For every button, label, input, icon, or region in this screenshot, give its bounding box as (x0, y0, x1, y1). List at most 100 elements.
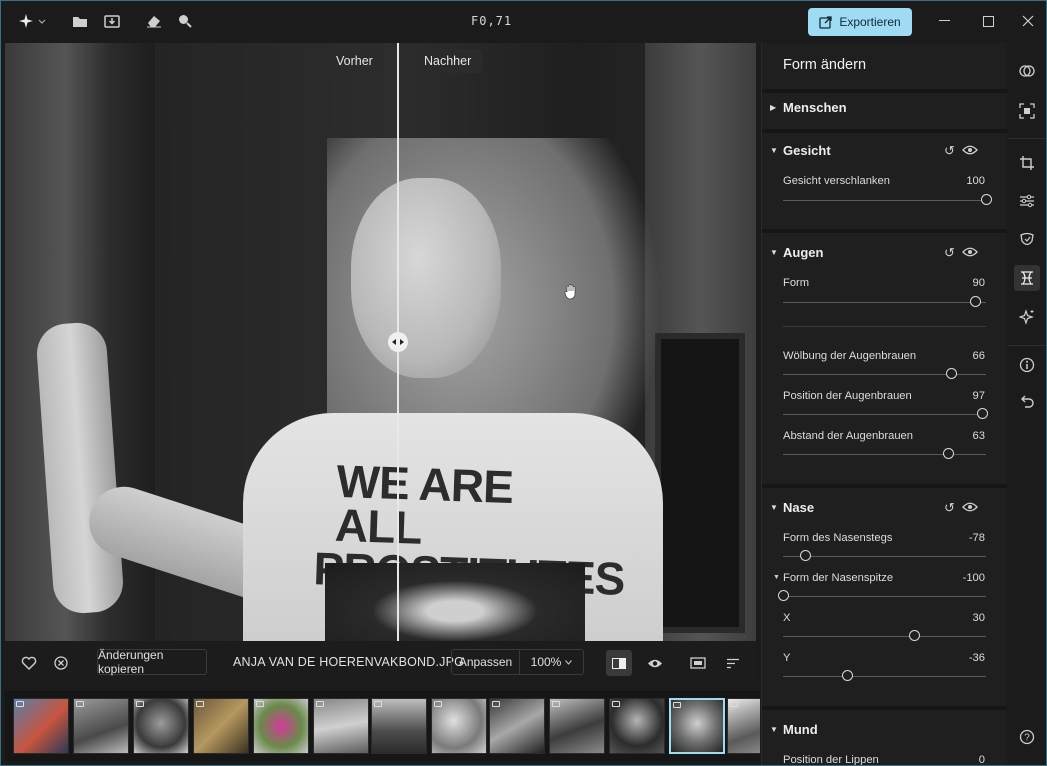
sort-icon[interactable] (723, 653, 743, 673)
image-toolbar: Änderungen kopieren ANJA VAN DE HOERENVA… (5, 641, 756, 685)
slider-knob[interactable] (977, 408, 989, 419)
slider-track[interactable] (783, 596, 986, 597)
eye-icon[interactable] (645, 653, 665, 673)
thumbnail[interactable] (727, 698, 760, 754)
section-nose-header[interactable]: ▼ Nase ↺ (762, 493, 1007, 523)
visibility-eye-icon[interactable] (962, 143, 978, 157)
slider-label: X (783, 612, 791, 624)
compare-view-icon[interactable] (606, 650, 632, 676)
search-icon[interactable] (174, 11, 196, 31)
section-face-header[interactable]: ▼ Gesicht ↺ (762, 136, 1007, 166)
chevron-down-icon[interactable]: ▼ (773, 574, 780, 581)
edited-badge-icon (374, 701, 382, 707)
chevron-down-icon: ▼ (770, 725, 778, 734)
thumbnail[interactable] (73, 698, 129, 754)
edited-badge-icon (434, 701, 442, 707)
thumbnail[interactable] (313, 698, 369, 754)
retouch-icon[interactable] (1017, 230, 1037, 250)
slider-knob[interactable] (970, 296, 982, 307)
compare-split-handle[interactable] (388, 332, 408, 352)
export-button[interactable]: Exportieren (808, 8, 912, 36)
thumbnail[interactable] (431, 698, 487, 754)
thumbnail[interactable] (133, 698, 189, 754)
thumbnail[interactable] (489, 698, 545, 754)
heart-icon[interactable] (19, 653, 39, 673)
film-strip (5, 691, 760, 761)
fit-button[interactable]: Anpassen (452, 650, 520, 674)
section-people-header[interactable]: ▶ Menschen (762, 93, 1007, 123)
reshape-icon[interactable] (1014, 265, 1040, 291)
sparkle-ai-icon[interactable] (1017, 307, 1037, 327)
sub-divider (783, 326, 986, 327)
folder-icon[interactable] (69, 11, 91, 31)
zoom-control: Anpassen 100% (451, 649, 584, 675)
thumbnail[interactable] (371, 698, 427, 754)
slider-track[interactable] (783, 454, 986, 455)
slider-value: 30 (972, 612, 985, 624)
slider-knob[interactable] (942, 448, 954, 459)
thumbnail[interactable] (193, 698, 249, 754)
thumbnail[interactable] (609, 698, 665, 754)
slider-value: 97 (972, 390, 985, 402)
panel-title: Form ändern (783, 57, 867, 73)
close-icon[interactable] (1016, 11, 1040, 31)
slider-knob[interactable] (799, 550, 811, 561)
slider-knob[interactable] (777, 590, 789, 601)
import-icon[interactable] (101, 11, 123, 31)
thumbnail[interactable] (253, 698, 309, 754)
slider-track[interactable] (783, 414, 986, 415)
chevron-down-icon: ▼ (770, 248, 778, 257)
eraser-icon[interactable] (143, 11, 165, 31)
slider-track[interactable] (783, 556, 986, 557)
section-mouth-header[interactable]: ▼ Mund (762, 715, 1007, 745)
select-subject-icon[interactable] (1017, 101, 1037, 121)
section-eyes-header[interactable]: ▼ Augen ↺ (762, 238, 1007, 268)
title-bar: F0,71 Exportieren (1, 1, 1046, 42)
visibility-eye-icon[interactable] (962, 500, 978, 514)
reject-icon[interactable] (51, 653, 71, 673)
slider-track[interactable] (783, 302, 986, 303)
slider-label: Gesicht verschlanken (783, 175, 890, 187)
thumbnail-selected[interactable] (669, 698, 725, 754)
app-logo-icon[interactable] (17, 11, 49, 31)
layers-icon[interactable] (1017, 61, 1037, 81)
thumbnail[interactable] (549, 698, 605, 754)
slider-track[interactable] (783, 636, 986, 637)
section-divider (762, 706, 1007, 710)
slider-knob[interactable] (980, 194, 992, 205)
shirt-line-1: WE ARE ALL (334, 454, 514, 554)
maximize-icon[interactable] (976, 11, 1000, 31)
zoom-dropdown[interactable]: 100% (520, 650, 583, 674)
section-label: Augen (783, 245, 824, 260)
adjust-sliders-icon[interactable] (1017, 191, 1037, 211)
slider-track[interactable] (783, 200, 986, 201)
section-label: Gesicht (783, 143, 831, 158)
slider-value: 90 (972, 277, 985, 289)
thumbnail[interactable] (13, 698, 69, 754)
minimize-icon[interactable] (933, 11, 957, 31)
slider-value: 100 (966, 175, 985, 187)
slider-knob[interactable] (909, 630, 921, 641)
undo-history-icon[interactable] (1017, 392, 1037, 412)
export-icon (819, 15, 832, 29)
visibility-eye-icon[interactable] (962, 245, 978, 259)
copy-changes-button[interactable]: Änderungen kopieren (97, 648, 207, 676)
reset-icon[interactable]: ↺ (944, 245, 955, 261)
reset-icon[interactable]: ↺ (944, 143, 955, 159)
slider-knob[interactable] (842, 670, 854, 681)
info-icon[interactable] (1017, 355, 1037, 375)
section-divider (762, 484, 1007, 488)
edited-badge-icon (76, 701, 84, 707)
chevron-down-icon (565, 659, 573, 665)
help-icon[interactable]: ? (1017, 727, 1037, 747)
crop-icon[interactable] (1017, 153, 1037, 173)
slider-value: -100 (962, 572, 985, 584)
reset-icon[interactable]: ↺ (944, 500, 955, 516)
slider-knob[interactable] (945, 368, 957, 379)
chevron-right-icon: ▶ (770, 103, 777, 112)
filmstrip-toggle-icon[interactable] (688, 653, 708, 673)
photo-canvas[interactable]: WE ARE ALL PROSTITUTES Vorher Nachher (5, 43, 756, 641)
photo-shirt-graphic (325, 563, 585, 641)
edited-badge-icon (673, 702, 681, 708)
slider-track[interactable] (783, 676, 986, 677)
